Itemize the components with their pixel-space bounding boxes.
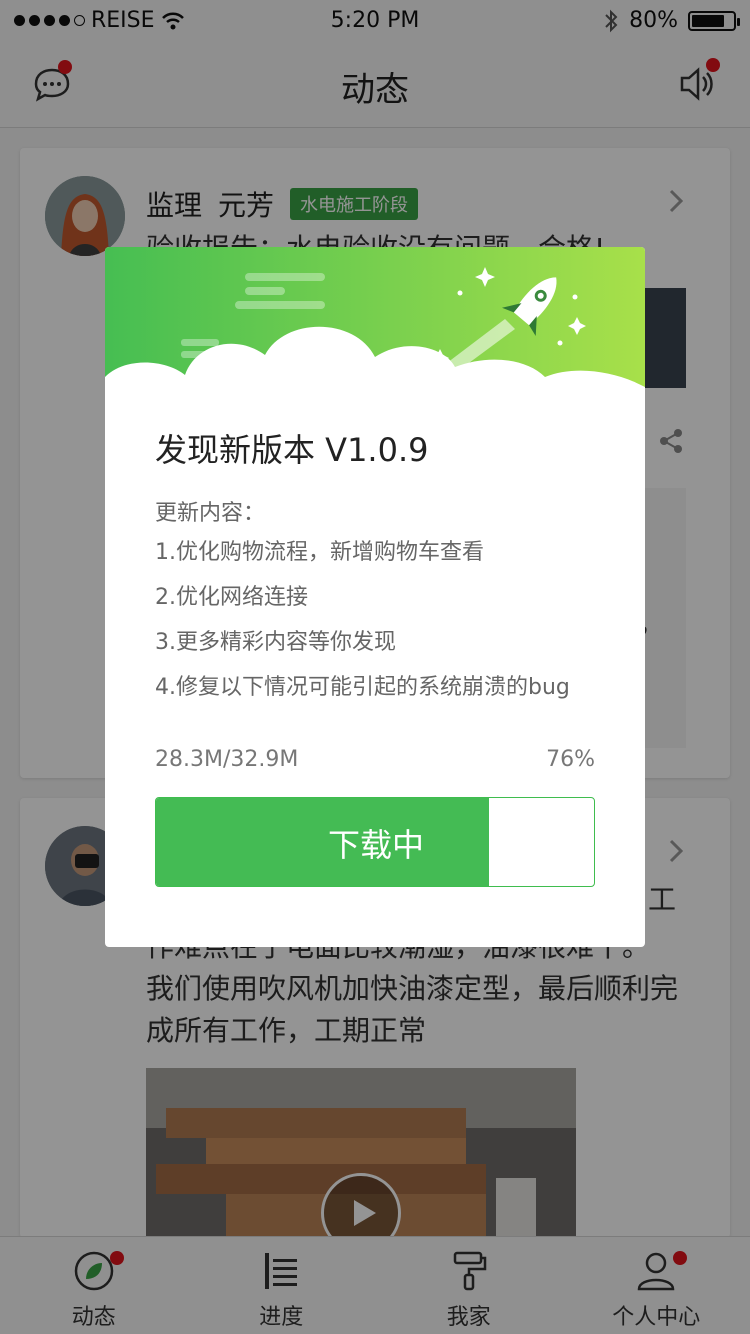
download-button-label: 下载中 — [327, 826, 424, 864]
release-notes-list: 1.优化购物流程，新增购物车查看 2.优化网络连接 3.更多精彩内容等你发现 4… — [155, 537, 615, 717]
update-title: 发现新版本 V1.0.9 — [155, 431, 429, 469]
update-dialog: 发现新版本 V1.0.9 更新内容： 1.优化购物流程，新增购物车查看 2.优化… — [105, 247, 645, 947]
release-notes-title: 更新内容： — [155, 501, 266, 526]
download-progress-info: 28.3M/32.9M 76% — [155, 747, 595, 772]
release-note-item: 4.修复以下情况可能引起的系统崩溃的bug — [155, 675, 570, 700]
release-note-item: 2.优化网络连接 — [155, 585, 308, 610]
download-size: 28.3M/32.9M — [155, 747, 299, 772]
download-percent: 76% — [546, 747, 595, 772]
update-header-illustration — [105, 247, 645, 437]
download-button[interactable]: 下载中 — [155, 797, 595, 887]
release-note-item: 1.优化购物流程，新增购物车查看 — [155, 540, 484, 565]
release-note-item: 3.更多精彩内容等你发现 — [155, 630, 396, 655]
